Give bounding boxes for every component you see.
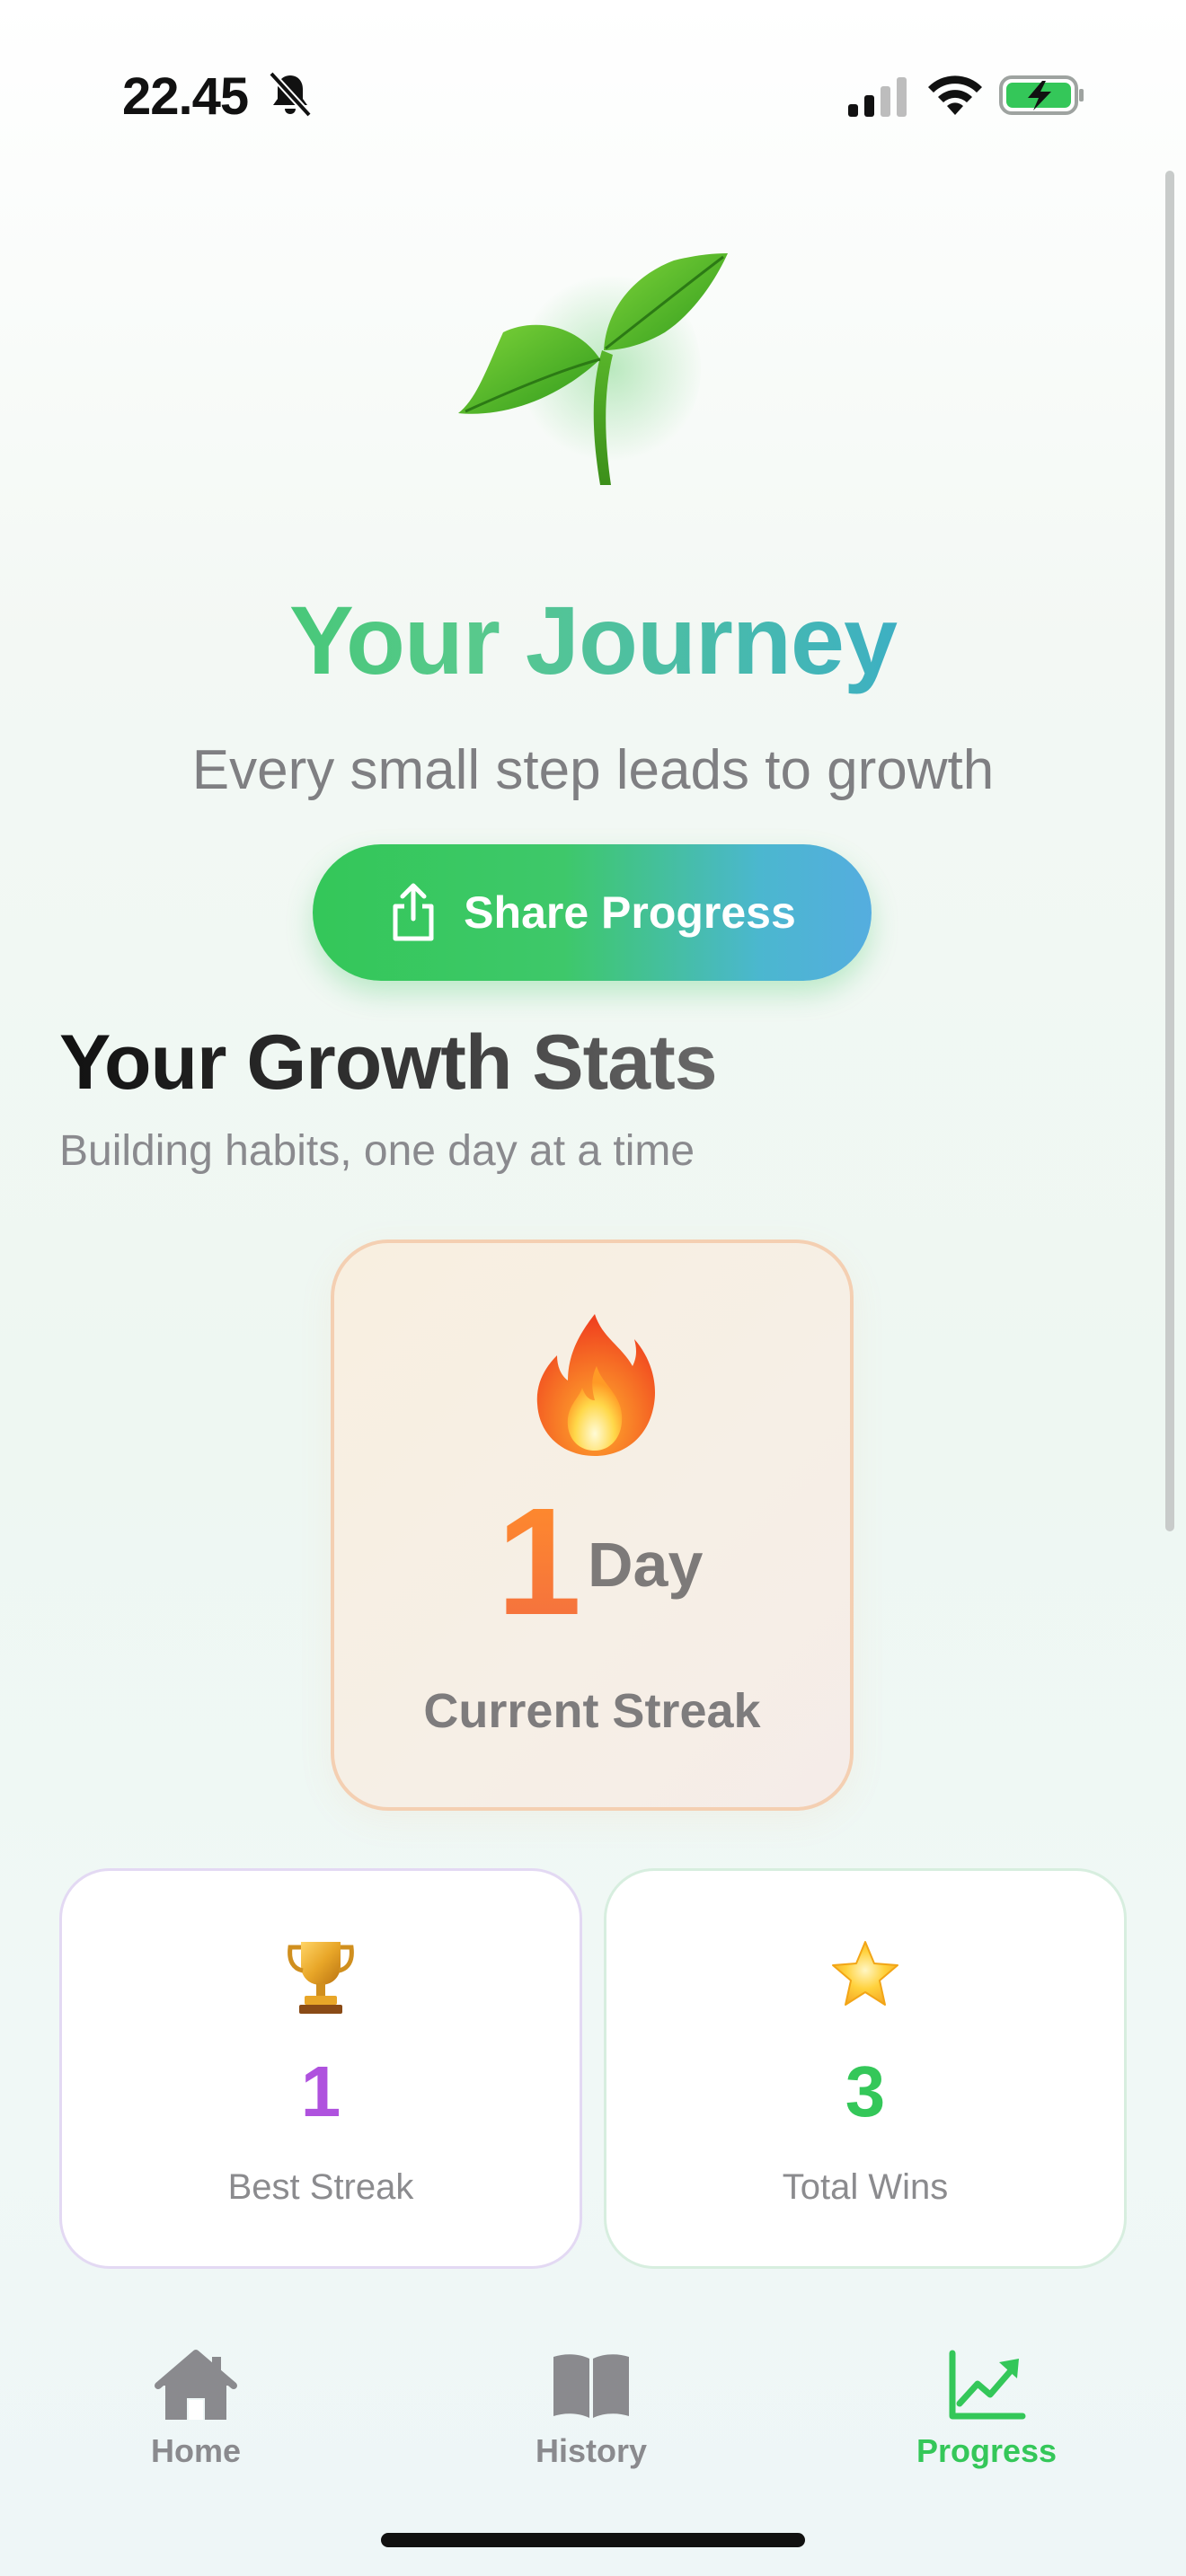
current-streak-label: Current Streak (423, 1684, 761, 1738)
stats-title: Your Growth Stats (59, 1019, 718, 1106)
tab-progress[interactable]: Progress (879, 2348, 1094, 2483)
stats-subtitle: Building habits, one day at a time (59, 1127, 695, 1175)
chart-trend-icon (949, 2350, 1026, 2420)
total-wins-value: 3 (845, 2051, 886, 2131)
status-bar: 22.45 (0, 0, 1186, 144)
total-wins-label: Total Wins (782, 2167, 949, 2207)
bell-slash-icon (269, 71, 312, 118)
total-wins-card: 3 Total Wins (604, 1868, 1127, 2269)
book-icon (553, 2354, 629, 2418)
page-title: Your Journey (0, 584, 1186, 696)
share-progress-label: Share Progress (464, 887, 796, 938)
page-subtitle: Every small step leads to growth (191, 739, 995, 801)
trophy-icon (288, 1942, 354, 2014)
house-icon (155, 2350, 237, 2420)
best-streak-value: 1 (300, 2051, 341, 2131)
star-icon (832, 1941, 898, 2006)
best-streak-label: Best Streak (227, 2167, 414, 2207)
tab-home[interactable]: Home (88, 2348, 304, 2483)
seedling-icon (440, 234, 746, 503)
wifi-icon (928, 75, 982, 115)
home-indicator[interactable] (381, 2533, 805, 2547)
cellular-signal-icon (848, 77, 907, 117)
tab-history-label: History (535, 2432, 648, 2469)
best-streak-card: 1 Best Streak (59, 1868, 582, 2269)
tab-home-label: Home (150, 2432, 242, 2469)
current-streak-value: 1 (485, 1486, 593, 1638)
fire-icon (536, 1314, 656, 1456)
scroll-indicator[interactable] (1165, 171, 1174, 1531)
current-streak-card: 1 Day Current Streak (331, 1239, 854, 1811)
share-icon (393, 883, 434, 941)
share-progress-button[interactable]: Share Progress (313, 844, 872, 981)
tab-progress-label: Progress (916, 2432, 1058, 2469)
current-streak-unit: Day (588, 1530, 704, 1600)
battery-charging-icon (999, 75, 1084, 115)
status-time: 22.45 (122, 67, 249, 126)
tab-history[interactable]: History (483, 2348, 699, 2483)
